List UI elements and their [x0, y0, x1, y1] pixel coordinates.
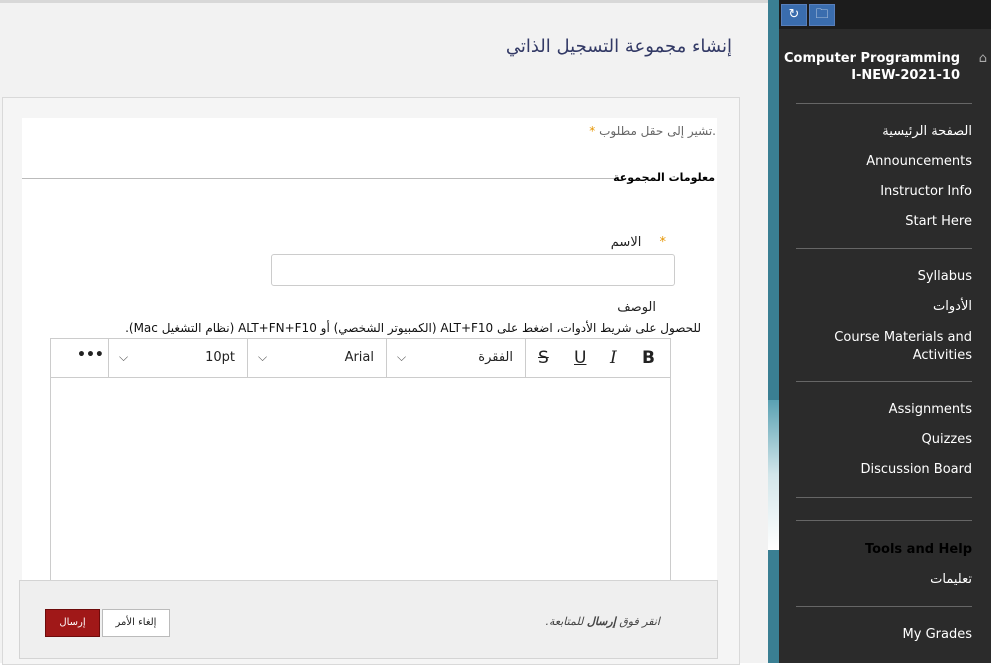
sidebar-item-announcements[interactable]: Announcements [866, 154, 972, 169]
sidebar-item-home[interactable]: الصفحة الرئيسية [882, 124, 972, 139]
sidebar-divider [796, 606, 972, 607]
bold-icon[interactable]: B [642, 348, 655, 368]
toolbar-hint: للحصول على شريط الأدوات، اضغط على ALT+F1… [125, 321, 701, 335]
section-divider [22, 178, 614, 179]
refresh-icon[interactable]: ↻ [781, 4, 807, 26]
page-title: إنشاء مجموعة التسجيل الذاتي [505, 36, 732, 57]
name-required-star: * [659, 235, 667, 250]
sidebar-toolbar: ↻ 🗀 [779, 0, 991, 29]
chevron-down-icon: ⌵ [397, 350, 407, 364]
home-icon[interactable]: ⌂ [979, 51, 987, 66]
submit-hint-suffix: للمتابعة. [545, 615, 587, 628]
required-note: * تشير إلى حقل مطلوب. [589, 124, 716, 138]
strikethrough-icon[interactable]: S [538, 348, 549, 368]
sidebar-item-tools[interactable]: الأدوات [933, 299, 972, 314]
description-label: الوصف [617, 300, 656, 315]
required-star: * [589, 124, 596, 138]
submit-hint-bold: إرسال [586, 615, 616, 628]
sidebar-edge-decoration [768, 400, 779, 550]
name-label: الاسم * [611, 235, 666, 250]
sidebar-item-discussion-board[interactable]: Discussion Board [861, 462, 972, 477]
sidebar-item-instructor-info[interactable]: Instructor Info [880, 184, 972, 199]
italic-icon[interactable]: I [610, 348, 617, 368]
submit-button[interactable]: إرسال [45, 609, 100, 637]
font-family-value: Arial [344, 350, 374, 365]
description-editor: ••• ⌵ 10pt ⌵ Arial ⌵ الفقرة S U I B [50, 338, 671, 590]
sidebar-divider [796, 103, 972, 104]
more-options-icon[interactable]: ••• [77, 347, 104, 363]
sidebar-divider [796, 520, 972, 521]
tools-and-help-heading: Tools and Help [864, 542, 972, 557]
paragraph-value: الفقرة [478, 350, 513, 365]
font-family-select[interactable]: ⌵ Arial [248, 339, 387, 377]
group-form: * تشير إلى حقل مطلوب. معلومات المجموعة ا… [22, 118, 717, 590]
sidebar-item-course-materials[interactable]: Course Materials and Activities [822, 329, 972, 365]
top-border [0, 0, 768, 3]
required-note-text: تشير إلى حقل مطلوب. [599, 124, 716, 138]
sidebar-item-quizzes[interactable]: Quizzes [921, 432, 972, 447]
submit-bar: انقر فوق إرسال للمتابعة. إرسال إلغاء الأ… [19, 580, 718, 659]
underline-icon[interactable]: U [574, 348, 586, 368]
cancel-button[interactable]: إلغاء الأمر [102, 609, 170, 637]
submit-hint: انقر فوق إرسال للمتابعة. [546, 615, 660, 628]
name-input[interactable] [271, 254, 675, 286]
font-size-select[interactable]: ⌵ 10pt [109, 339, 248, 377]
main-content: إنشاء مجموعة التسجيل الذاتي * تشير إلى ح… [0, 0, 768, 665]
more-cell: ••• [51, 339, 109, 377]
sidebar-item-assignments[interactable]: Assignments [889, 402, 972, 417]
course-title[interactable]: Computer Programming I-NEW-2021-10 [780, 50, 960, 84]
sidebar-item-help[interactable]: تعليمات [930, 572, 972, 587]
sidebar-edge [768, 0, 779, 663]
sidebar-divider [796, 248, 972, 249]
sidebar-divider [796, 497, 972, 498]
sidebar-divider [796, 381, 972, 382]
chevron-down-icon: ⌵ [119, 350, 129, 364]
editor-body[interactable] [51, 378, 670, 589]
paragraph-select[interactable]: ⌵ الفقرة [387, 339, 526, 377]
sidebar-item-start-here[interactable]: Start Here [905, 214, 972, 229]
course-sidebar: ↻ 🗀 Computer Programming I-NEW-2021-10 ⌂… [779, 0, 991, 663]
name-label-text: الاسم [610, 235, 642, 250]
font-size-value: 10pt [205, 350, 235, 365]
folder-icon[interactable]: 🗀 [809, 4, 835, 26]
submit-hint-prefix: انقر فوق [615, 615, 660, 628]
editor-toolbar: ••• ⌵ 10pt ⌵ Arial ⌵ الفقرة S U I B [51, 339, 670, 378]
sidebar-item-syllabus[interactable]: Syllabus [918, 269, 972, 284]
section-legend: معلومات المجموعة [613, 171, 715, 184]
sidebar-item-my-grades[interactable]: My Grades [903, 627, 972, 642]
chevron-down-icon: ⌵ [258, 350, 268, 364]
